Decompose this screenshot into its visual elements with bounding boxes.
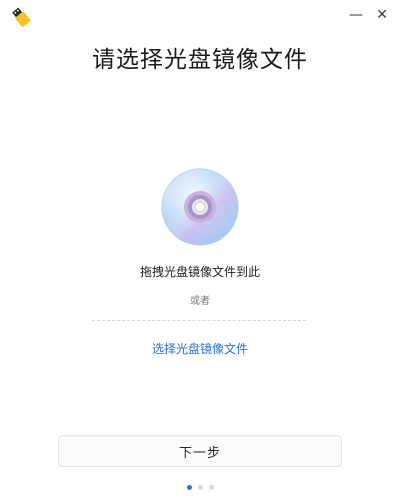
drop-hint: 拖拽光盘镜像文件到此 <box>139 265 260 279</box>
close-button[interactable]: ✕ <box>370 4 394 26</box>
pagination-dot <box>197 485 203 490</box>
or-label: 或者 <box>190 296 210 307</box>
pagination-dot <box>208 485 214 490</box>
optical-disc-icon <box>161 168 239 246</box>
usb-drive-icon <box>12 7 31 27</box>
window: — ✕ 请选择光盘镜像文件 拖拽光盘镜像文件到此 或者 选择光盘镜像文件 下一步 <box>0 0 400 500</box>
pagination-dots <box>0 485 400 490</box>
pagination-dot <box>186 485 192 490</box>
select-image-link[interactable]: 选择光盘镜像文件 <box>0 340 400 357</box>
next-button[interactable]: 下一步 <box>58 435 342 467</box>
minimize-button[interactable]: — <box>344 4 368 26</box>
dashed-divider <box>92 320 306 321</box>
page-title: 请选择光盘镜像文件 <box>92 47 308 73</box>
